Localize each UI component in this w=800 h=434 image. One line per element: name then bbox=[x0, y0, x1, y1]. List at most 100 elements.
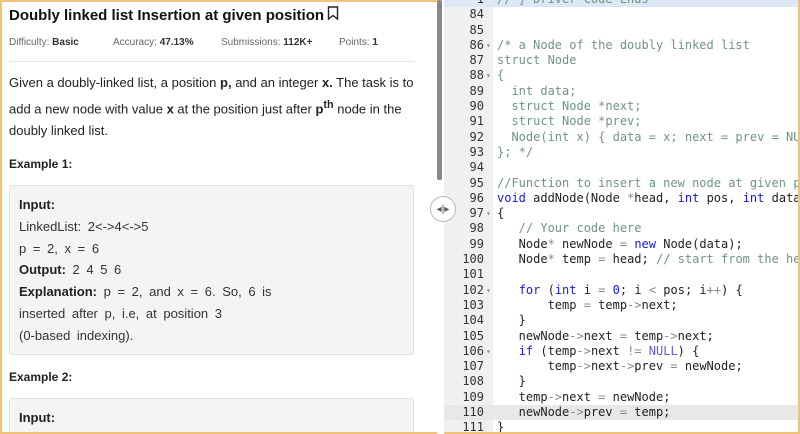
fold-arrow-icon[interactable]: ▾ bbox=[486, 38, 491, 53]
code-line[interactable]: 104 } bbox=[444, 313, 798, 328]
code-text: } bbox=[497, 420, 504, 432]
code-token: struct Node *next; bbox=[497, 99, 642, 114]
code-line[interactable]: 98 // Your code here bbox=[444, 221, 798, 236]
line-number: 89 bbox=[469, 83, 484, 98]
code-text: struct Node bbox=[497, 53, 576, 68]
code-token: next bbox=[590, 359, 620, 374]
code-token: * bbox=[547, 236, 555, 251]
code-line[interactable]: 106 ▾ if (temp->next != NULL) { bbox=[444, 344, 798, 359]
code-token: Node(int x) { data = x; next = prev = NU… bbox=[511, 129, 800, 144]
code-line[interactable]: 102 ▾ for (int i = 0; i < pos; i++) { bbox=[444, 283, 798, 298]
code-line[interactable]: 85 bbox=[444, 23, 798, 38]
line-number: 86 bbox=[469, 37, 484, 52]
code-token: -> bbox=[576, 343, 591, 358]
code-token: //Function to insert a new node at given… bbox=[497, 175, 800, 190]
code-text: // } Driver Code Ends bbox=[497, 0, 649, 7]
code-line[interactable]: 87 struct Node bbox=[444, 53, 798, 68]
code-line[interactable]: 101 bbox=[444, 267, 798, 282]
code-line[interactable]: 109 temp->next = newNode; bbox=[444, 390, 798, 405]
code-token: int bbox=[677, 190, 700, 205]
code-line[interactable]: 100 Node* temp = head; // start from the… bbox=[444, 252, 798, 267]
code-text: Node* newNode = new Node(data); bbox=[497, 237, 743, 252]
code-lines[interactable]: 1// } Driver Code Ends848586▾/* a Node o… bbox=[444, 0, 798, 432]
code-line[interactable]: 92 Node(int x) { data = x; next = prev =… bbox=[444, 130, 798, 145]
code-token: * bbox=[547, 252, 555, 267]
fold-arrow-icon[interactable]: ▾ bbox=[486, 344, 491, 359]
code-line[interactable]: 110 newNode->prev = temp; bbox=[444, 405, 798, 421]
panel-resize-handle[interactable]: ◂|▸ bbox=[430, 196, 456, 222]
code-text: /* a Node of the doubly linked list bbox=[497, 38, 750, 53]
line-number: 98 bbox=[469, 221, 484, 236]
code-token: = bbox=[619, 405, 628, 420]
code-line[interactable]: 84 bbox=[444, 7, 798, 22]
code-text: { bbox=[497, 68, 504, 83]
code-line[interactable]: 93}; */ bbox=[444, 145, 798, 160]
line-number: 110 bbox=[462, 405, 484, 420]
code-token: newNode bbox=[497, 328, 570, 343]
code-text: // Your code here bbox=[497, 221, 642, 236]
code-line[interactable]: 99 Node* newNode = new Node(data); bbox=[444, 237, 798, 252]
code-line[interactable]: 86 ▾ /* a Node of the doubly linked list bbox=[444, 38, 798, 53]
fold-arrow-icon[interactable]: ▾ bbox=[486, 68, 491, 83]
code-line[interactable]: 96 void addNode(Node *head, int pos, int … bbox=[444, 191, 798, 206]
code-token: = bbox=[670, 359, 678, 374]
line-number: 90 bbox=[469, 99, 484, 114]
code-line[interactable]: 91 struct Node *prev; bbox=[444, 114, 798, 129]
code-line[interactable]: 97 ▾{ bbox=[444, 206, 798, 221]
code-token: }; */ bbox=[497, 144, 534, 159]
code-line[interactable]: 107 temp->next->prev = newNode; bbox=[444, 359, 798, 374]
code-line[interactable]: 95 //Function to insert a new node at giv… bbox=[444, 176, 798, 191]
line-number: 101 bbox=[462, 267, 484, 282]
line-number: 109 bbox=[462, 389, 484, 404]
code-token: int data; bbox=[497, 83, 577, 98]
code-token: -> bbox=[619, 359, 635, 374]
code-token: != bbox=[627, 343, 642, 358]
code-line[interactable]: 89 int data; bbox=[444, 84, 798, 99]
submissions: Submissions: 112K+ bbox=[221, 37, 313, 48]
code-line[interactable]: 1 // } Driver Code Ends bbox=[444, 0, 798, 8]
resize-arrows-icon: ◂|▸ bbox=[436, 203, 450, 215]
line-number: 85 bbox=[469, 22, 484, 37]
code-line[interactable]: 90 struct Node *next; bbox=[444, 99, 798, 114]
code-line[interactable]: 103 temp = temp->next; bbox=[444, 298, 798, 313]
line-number: 104 bbox=[462, 313, 484, 328]
line-number: 99 bbox=[469, 236, 484, 251]
code-token: ) { bbox=[677, 343, 700, 358]
code-editor[interactable]: 1// } Driver Code Ends848586▾/* a Node o… bbox=[444, 0, 800, 434]
code-token: temp bbox=[627, 328, 664, 343]
code-line[interactable]: 105 newNode->next = temp->next; bbox=[444, 329, 798, 344]
code-token: -> bbox=[569, 328, 584, 343]
code-token: for bbox=[518, 282, 541, 297]
code-line[interactable]: 111} bbox=[444, 420, 798, 432]
code-text: for (int i = 0; i < pos; i++) { bbox=[497, 283, 743, 298]
code-line[interactable]: 94 bbox=[444, 160, 798, 175]
bookmark-icon[interactable] bbox=[327, 6, 339, 24]
code-token: = bbox=[619, 328, 628, 343]
code-line[interactable]: 88 ▾ { bbox=[444, 68, 798, 83]
code-token: = bbox=[583, 297, 591, 312]
line-number: 94 bbox=[469, 160, 484, 175]
code-token: -> bbox=[663, 328, 678, 343]
code-token: addNode(Node bbox=[525, 190, 628, 205]
problem-meta: Difficulty: Basic Accuracy: 47.13% Submi… bbox=[9, 37, 437, 51]
problem-panel: Doubly linked list Insertion at given po… bbox=[0, 0, 437, 434]
fold-arrow-icon[interactable]: ▾ bbox=[486, 206, 491, 221]
line-number: 107 bbox=[462, 359, 484, 374]
line-number: 84 bbox=[469, 7, 484, 22]
fold-arrow-icon[interactable]: ▾ bbox=[486, 283, 491, 298]
code-token: } bbox=[497, 374, 526, 389]
line-number: 106 bbox=[462, 343, 484, 358]
code-token: // Your code here bbox=[497, 221, 642, 236]
line-number: 91 bbox=[469, 114, 484, 129]
example-2-heading: Example 2: bbox=[9, 370, 73, 385]
line-number: 1 bbox=[444, 0, 484, 7]
code-token: -> bbox=[576, 359, 591, 374]
code-token: -> bbox=[547, 389, 563, 404]
code-token: /* a Node of the doubly linked list bbox=[497, 37, 750, 52]
code-token: void bbox=[497, 190, 526, 205]
problem-scrollbar[interactable] bbox=[437, 0, 442, 180]
code-line[interactable]: 108 } bbox=[444, 374, 798, 389]
code-token: } bbox=[497, 313, 526, 328]
